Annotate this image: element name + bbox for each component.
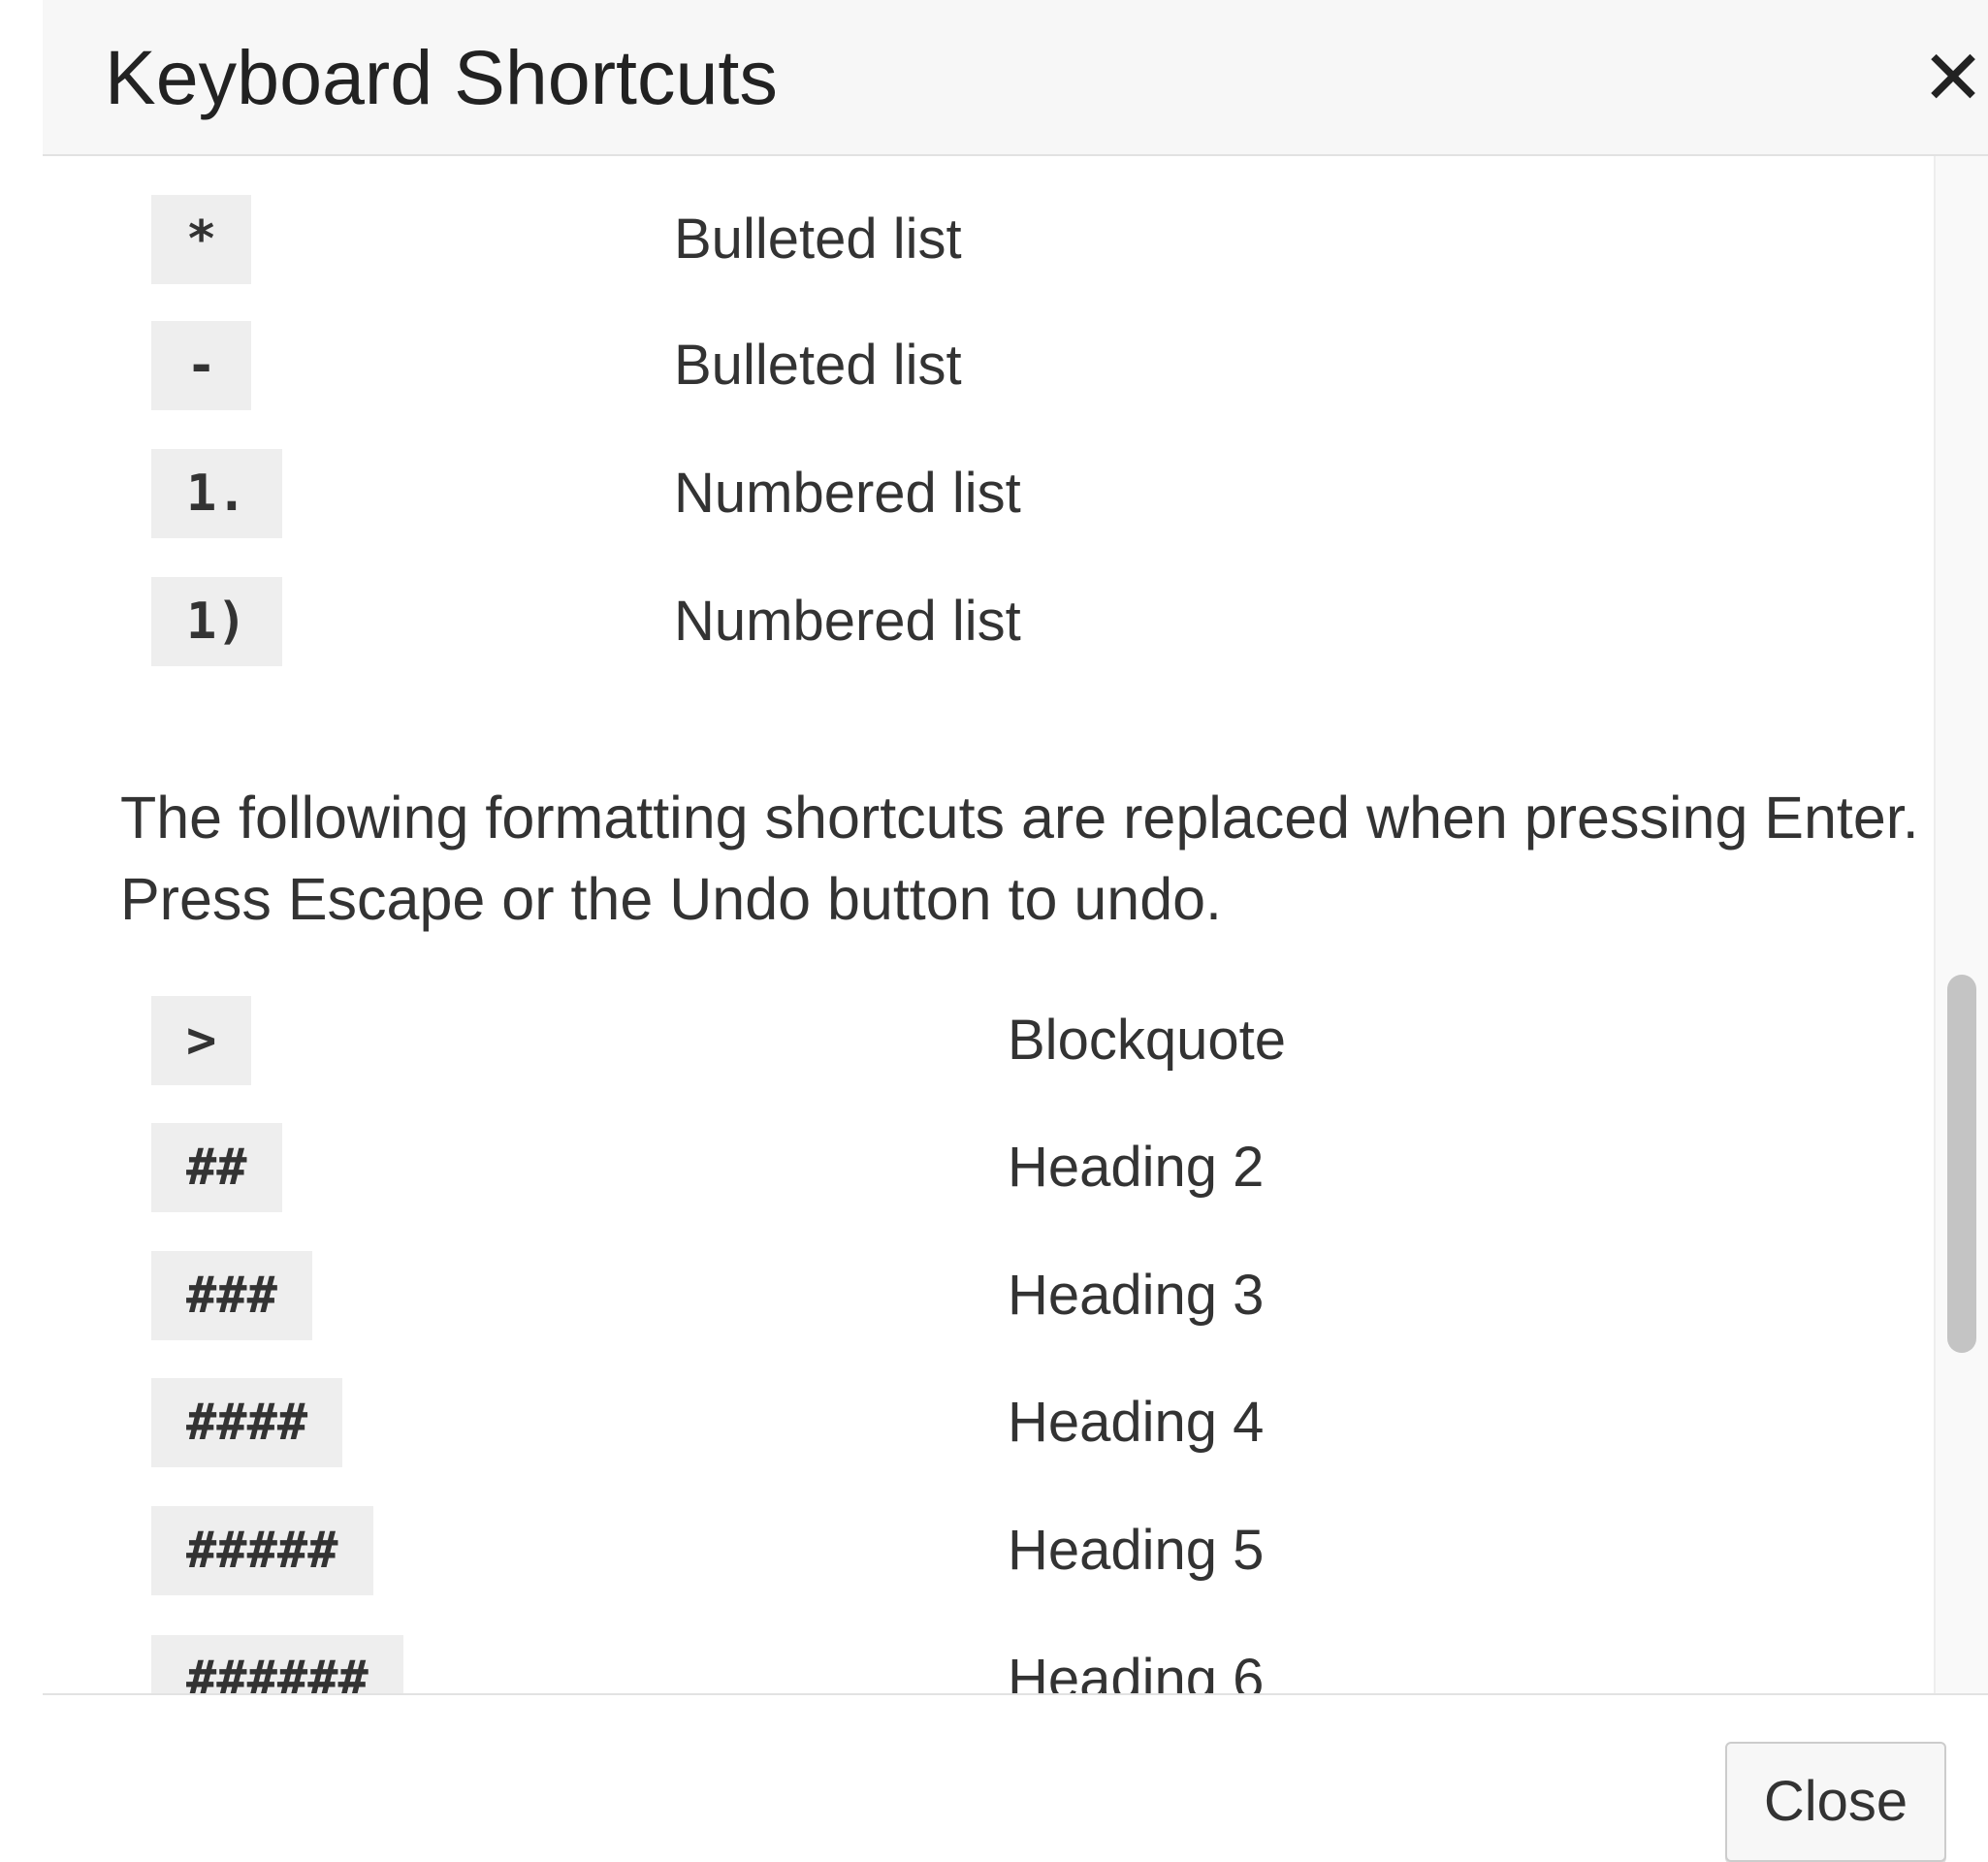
shortcut-description: Heading 6 xyxy=(1008,1648,1265,1693)
shortcut-row: #### Heading 4 xyxy=(43,1378,1934,1467)
shortcut-key: - xyxy=(151,321,252,410)
shortcut-key: 1. xyxy=(151,449,282,538)
enter-shortcuts-note: The following formatting shortcuts are r… xyxy=(120,785,1919,932)
shortcut-key: > xyxy=(151,996,252,1085)
shortcut-description: Numbered list xyxy=(674,590,1021,653)
dialog-footer: Close xyxy=(43,1693,1988,1862)
shortcut-row: ### Heading 3 xyxy=(43,1251,1934,1340)
dialog-body[interactable]: * Bulleted list - Bulleted list 1. Numbe… xyxy=(43,156,1934,1693)
shortcut-row: ###### Heading 6 xyxy=(43,1635,1934,1693)
shortcut-row: > Blockquote xyxy=(43,996,1934,1085)
shortcut-description: Heading 2 xyxy=(1008,1136,1265,1199)
shortcut-description: Heading 4 xyxy=(1008,1391,1265,1454)
shortcut-key: ### xyxy=(151,1251,312,1340)
scrollbar-thumb[interactable] xyxy=(1947,975,1976,1353)
shortcut-description: Heading 5 xyxy=(1008,1519,1265,1582)
shortcut-row: * Bulleted list xyxy=(43,195,1934,284)
dialog-title: Keyboard Shortcuts xyxy=(105,34,778,120)
shortcut-description: Heading 3 xyxy=(1008,1264,1265,1327)
shortcut-key: ## xyxy=(151,1123,282,1212)
shortcut-row: ## Heading 2 xyxy=(43,1123,1934,1212)
shortcut-row: 1) Numbered list xyxy=(43,577,1934,666)
shortcut-description: Bulleted list xyxy=(674,334,962,397)
shortcut-row: - Bulleted list xyxy=(43,321,1934,410)
shortcut-key: * xyxy=(151,195,252,284)
shortcut-description: Bulleted list xyxy=(674,208,962,271)
shortcut-row: 1. Numbered list xyxy=(43,449,1934,538)
shortcut-key: ##### xyxy=(151,1506,373,1595)
dialog-header: Keyboard Shortcuts ✕ xyxy=(43,0,1988,156)
shortcut-key: 1) xyxy=(151,577,282,666)
keyboard-shortcuts-dialog: Keyboard Shortcuts ✕ * Bulleted list - B… xyxy=(0,0,1988,1862)
close-icon[interactable]: ✕ xyxy=(1905,29,1988,126)
shortcut-key: ###### xyxy=(151,1635,403,1693)
scrollbar-track[interactable] xyxy=(1936,156,1988,1693)
shortcut-row: ##### Heading 5 xyxy=(43,1506,1934,1595)
close-button[interactable]: Close xyxy=(1725,1742,1946,1862)
shortcut-description: Numbered list xyxy=(674,462,1021,525)
shortcut-description: Blockquote xyxy=(1008,1009,1286,1072)
shortcut-key: #### xyxy=(151,1378,343,1467)
